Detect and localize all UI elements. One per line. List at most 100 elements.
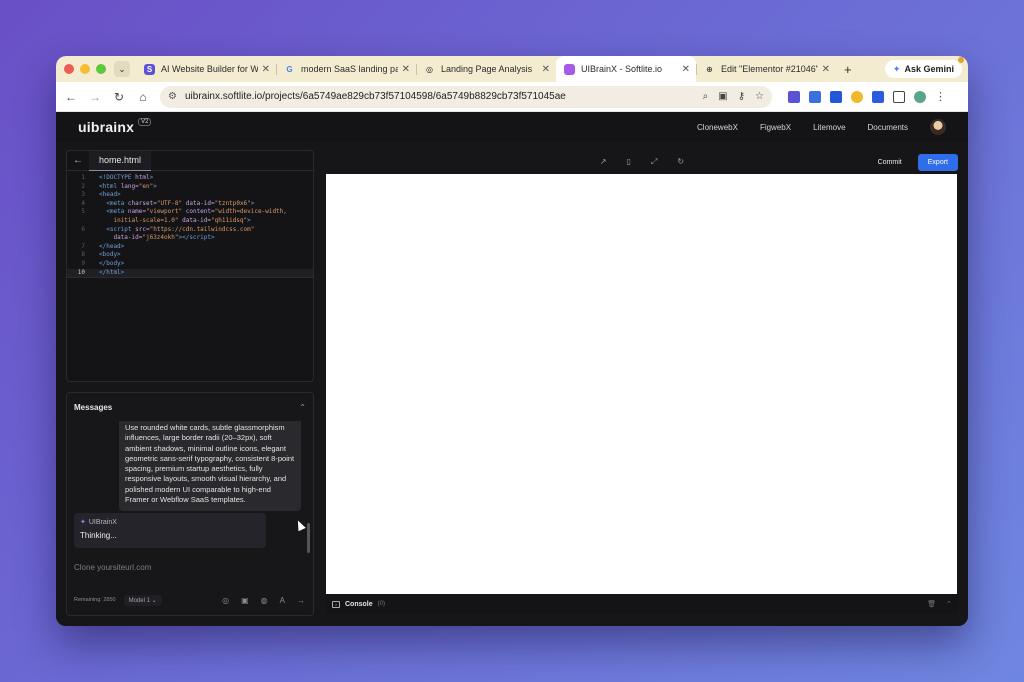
code-line[interactable]: 7 </head> xyxy=(67,243,313,252)
gemini-sparkle-icon: ✦ xyxy=(892,63,901,74)
console-label: Console xyxy=(345,600,373,608)
code-text: <html lang="en"> xyxy=(99,182,157,190)
line-number: 9 xyxy=(81,259,85,267)
more-menu-icon[interactable]: ⋮ xyxy=(935,91,946,103)
remaining-credits: Remaining: 2850 xyxy=(74,597,116,603)
messages-scrollbar[interactable] xyxy=(307,523,310,553)
user-message: Use rounded white cards, subtle glassmor… xyxy=(119,421,301,512)
code-text: <body> xyxy=(99,251,121,259)
send-arrow-icon[interactable]: → xyxy=(297,596,305,605)
model-select[interactable]: Model 1 ⌄ xyxy=(123,594,162,606)
line-number: 2 xyxy=(81,182,85,190)
browser-tab[interactable]: S AI Website Builder for Wor ✕ xyxy=(136,56,276,82)
trash-icon[interactable]: 🗑 xyxy=(927,600,936,608)
extensions: ⋮ xyxy=(788,90,946,103)
close-icon[interactable]: ✕ xyxy=(542,64,550,75)
code-line[interactable]: 6 <script src="https://cdn.tailwindcss.c… xyxy=(67,226,313,235)
image-icon[interactable]: ▣ xyxy=(241,596,249,605)
export-button[interactable]: Export xyxy=(917,153,958,171)
code-editor[interactable]: ← home.html 1 <!DOCTYPE html> 2 <html lang=… xyxy=(66,150,314,382)
home-icon[interactable]: ⌂ xyxy=(136,90,150,104)
browser-tab[interactable]: ✦ UIBrainX - Softlite.io ✕ xyxy=(556,56,696,82)
refresh-icon[interactable]: ↻ xyxy=(677,157,684,167)
code-line[interactable]: 4 <meta charset="UTF-8" data-id="tzntp0x… xyxy=(67,200,313,209)
palette-icon[interactable]: ◍ xyxy=(261,596,268,605)
code-line[interactable]: 8 <body> xyxy=(67,251,313,260)
target-icon[interactable]: ◎ xyxy=(222,596,229,605)
browser-tab[interactable]: ◎ Landing Page Analysis ✕ xyxy=(416,56,556,82)
favicon-icon: G xyxy=(286,64,293,74)
app-logo[interactable]: uibrainx xyxy=(78,119,134,135)
messages-title: Messages xyxy=(74,402,113,412)
extension-purple-icon[interactable] xyxy=(788,90,800,103)
tab-list: S AI Website Builder for Wor ✕ Gmodern SaaS… xyxy=(136,56,836,82)
code-text: data-id="j63z4okh"></script> xyxy=(113,234,215,242)
code-line[interactable]: 9 </body> xyxy=(67,260,313,269)
nav-litemove[interactable]: Litemove xyxy=(813,123,845,132)
messages-header[interactable]: Messages ⌃ xyxy=(67,393,313,421)
reload-icon[interactable]: ↻ xyxy=(112,90,126,104)
site-settings-icon[interactable]: ⚙ xyxy=(168,91,177,102)
close-icon[interactable]: ✕ xyxy=(402,64,410,75)
assistant-status: Thinking... xyxy=(80,531,117,540)
open-external-icon[interactable]: ↗ xyxy=(600,157,607,167)
code-line[interactable]: 5 <meta name="viewport" content="width=d… xyxy=(67,208,313,217)
code-text: </body> xyxy=(99,259,125,267)
prompt-input[interactable]: Clone yoursiteurl.com xyxy=(74,563,151,572)
tab-title: Edit "Elementor #21046" ‹ xyxy=(721,64,818,74)
code-line[interactable]: 1 <!DOCTYPE html> xyxy=(67,174,313,183)
font-icon[interactable]: A xyxy=(280,596,285,605)
mobile-view-icon[interactable]: ▯ xyxy=(627,157,631,167)
install-app-icon[interactable]: ▣ xyxy=(718,91,727,102)
nav-figwebx[interactable]: FigwebX xyxy=(760,123,791,132)
bookmark-star-icon[interactable]: ☆ xyxy=(755,91,764,102)
extension-yellow-icon[interactable] xyxy=(851,90,863,103)
code-line[interactable]: initial-scale=1.0" data-id="qh11idsq"> xyxy=(67,217,313,226)
console-bar[interactable]: > Console (0) 🗑 ⌃ xyxy=(326,594,958,614)
profile-icon[interactable] xyxy=(914,90,926,103)
puzzle-icon[interactable] xyxy=(893,90,905,103)
close-window-button[interactable] xyxy=(64,64,74,74)
zoom-icon[interactable]: ⌕ xyxy=(703,91,709,102)
back-arrow-icon[interactable]: ← xyxy=(64,90,78,104)
fullscreen-icon[interactable]: ⤢ xyxy=(651,157,657,167)
code-text: <meta charset="UTF-8" data-id="tzntp0x6"… xyxy=(106,199,255,207)
code-lines[interactable]: 1 <!DOCTYPE html> 2 <html lang="en"> 3 <head>… xyxy=(67,171,313,279)
extension-copy-icon[interactable] xyxy=(809,90,821,103)
browser-tab[interactable]: ⊕ Edit "Elementor #21046" ‹ ✕ xyxy=(696,56,836,82)
browser-tab[interactable]: Gmodern SaaS landing page ✕ xyxy=(276,56,416,82)
forward-arrow-icon[interactable]: → xyxy=(88,90,102,104)
code-line[interactable]: 3 <head> xyxy=(67,191,313,200)
code-line[interactable]: data-id="j63z4okh"></script> xyxy=(67,234,313,243)
code-line[interactable]: 2 <html lang="en"> xyxy=(67,183,313,192)
minimize-window-button[interactable] xyxy=(80,64,90,74)
url-text[interactable]: uibrainx.softlite.io/projects/6a5749ae82… xyxy=(185,91,695,102)
nav-clonewebx[interactable]: ClonewebX xyxy=(697,123,738,132)
extension-blue-icon[interactable] xyxy=(830,90,842,103)
favicon-icon: S xyxy=(144,63,155,75)
console-count: (0) xyxy=(377,601,385,607)
ask-gemini-button[interactable]: ✦ Ask Gemini xyxy=(884,57,964,78)
tab-search-button[interactable]: ⌄ xyxy=(114,61,130,77)
close-icon[interactable]: ✕ xyxy=(682,64,690,75)
code-line[interactable]: 10 </html> xyxy=(67,268,313,279)
extension-cursor-icon[interactable] xyxy=(872,90,884,103)
key-icon[interactable]: ⚷ xyxy=(738,91,745,102)
back-arrow-icon[interactable]: ← xyxy=(67,155,89,166)
address-bar[interactable]: ⚙ uibrainx.softlite.io/projects/6a5749ae… xyxy=(160,85,772,108)
code-text: </html> xyxy=(99,268,125,276)
new-tab-button[interactable]: + xyxy=(844,62,852,77)
left-panel: ← home.html 1 <!DOCTYPE html> 2 <html lang=… xyxy=(66,150,316,616)
user-avatar[interactable] xyxy=(930,119,946,135)
commit-button[interactable]: Commit xyxy=(872,156,908,169)
file-tab-home[interactable]: home.html xyxy=(89,151,152,171)
maximize-window-button[interactable] xyxy=(96,64,106,74)
favicon-icon: ◎ xyxy=(426,64,433,74)
chevron-up-icon[interactable]: ⌃ xyxy=(946,600,952,608)
close-icon[interactable]: ✕ xyxy=(262,64,270,75)
line-number: 4 xyxy=(81,199,85,207)
preview-canvas[interactable] xyxy=(326,174,957,594)
chevron-up-icon[interactable]: ⌃ xyxy=(299,403,306,412)
nav-documents[interactable]: Documents xyxy=(868,123,908,132)
close-icon[interactable]: ✕ xyxy=(822,64,830,75)
